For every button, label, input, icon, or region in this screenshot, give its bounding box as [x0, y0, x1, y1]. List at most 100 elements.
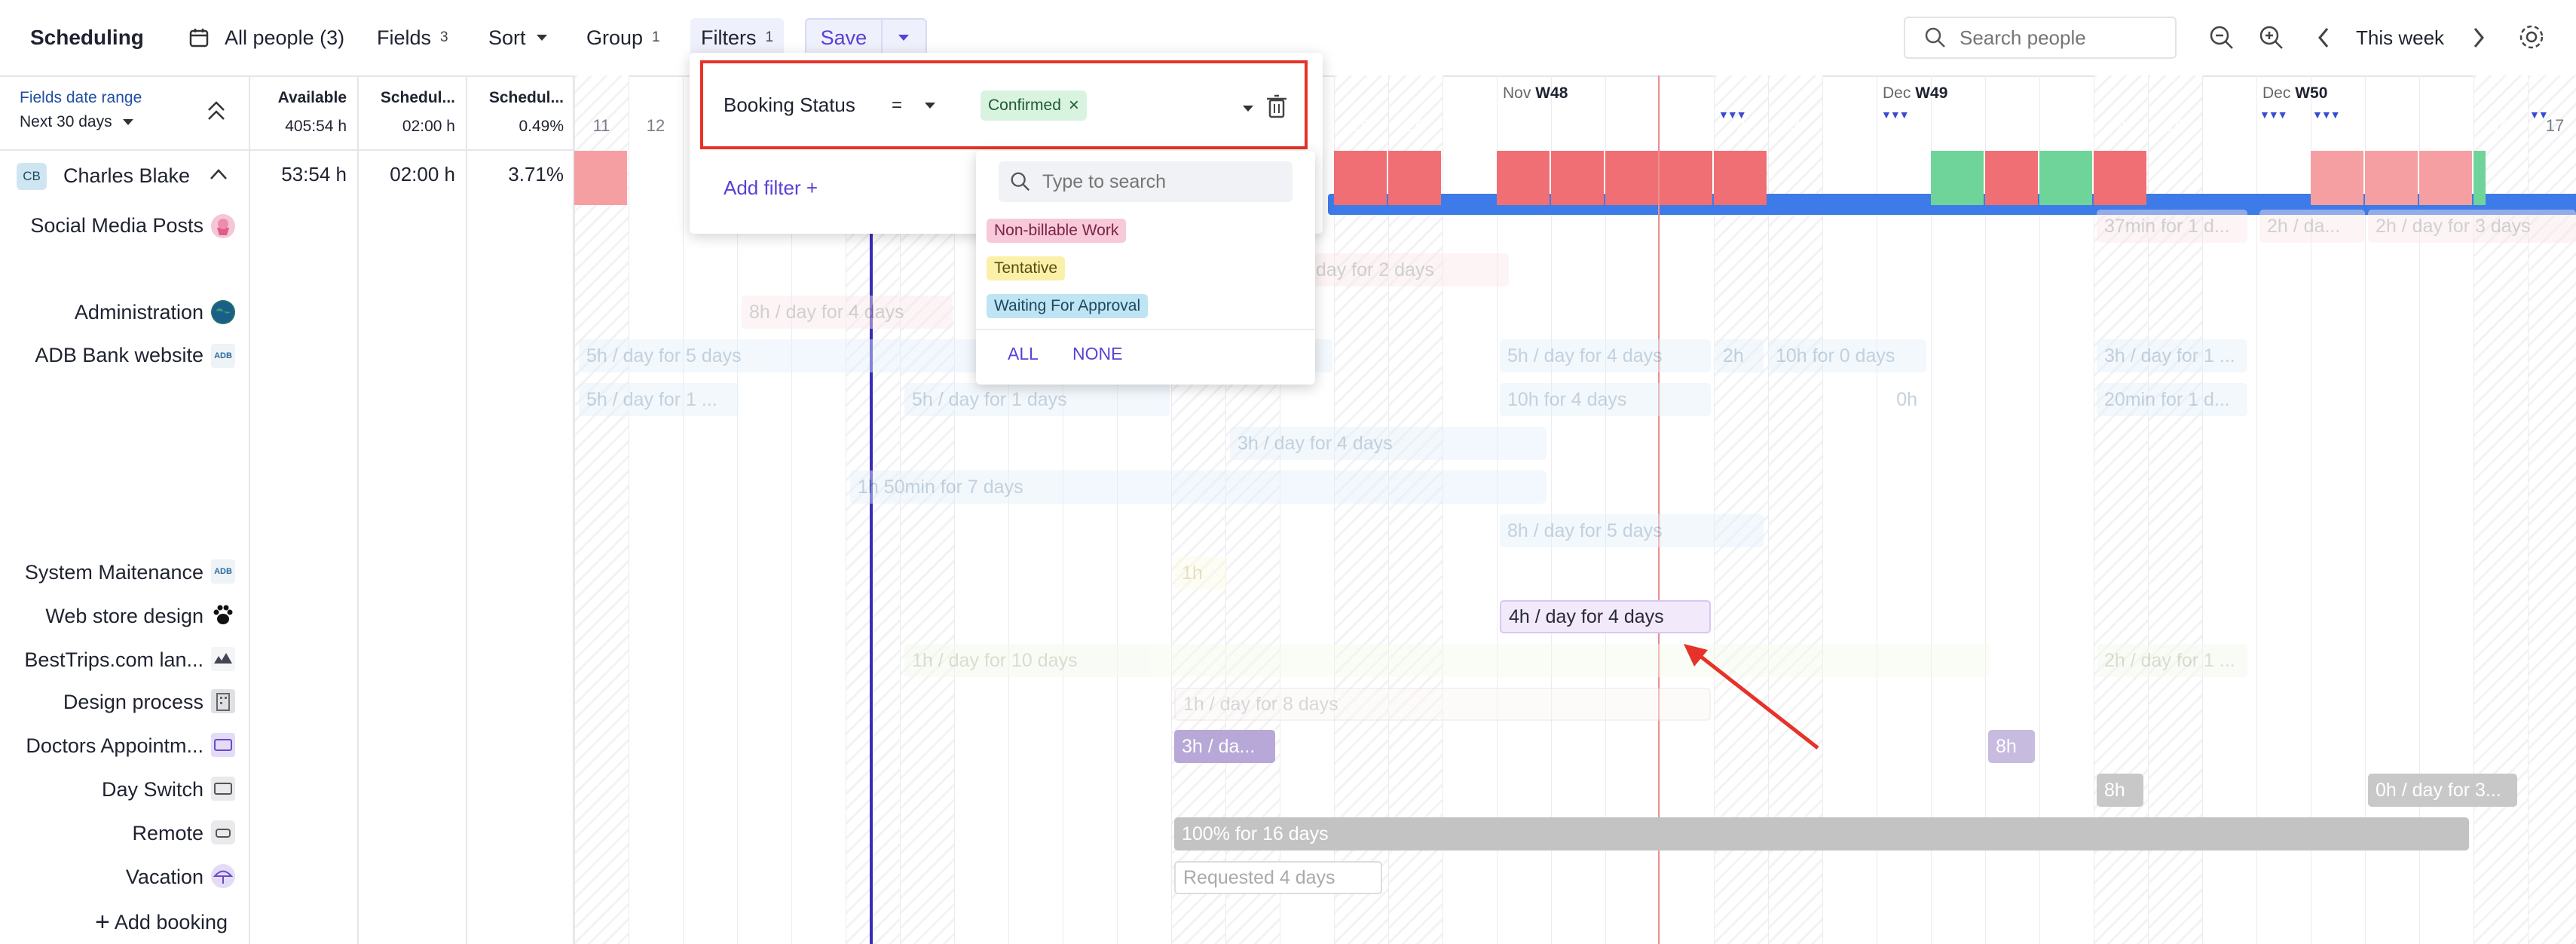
- filters-label: Filters: [701, 26, 757, 49]
- project-label[interactable]: Design process: [0, 691, 203, 714]
- week-label-w50: Dec W50: [2262, 84, 2327, 103]
- utilization-cell: [1551, 151, 1604, 205]
- search-icon: [1925, 27, 1945, 48]
- person-name[interactable]: Charles Blake: [63, 164, 190, 188]
- highlight-box: [700, 60, 1308, 149]
- collapse-all-icon[interactable]: [205, 98, 228, 124]
- project-label[interactable]: Social Media Posts: [0, 214, 203, 238]
- available-header: Available: [277, 89, 347, 106]
- status-option[interactable]: Tentative: [987, 256, 1066, 280]
- chevron-down-icon: [536, 35, 547, 41]
- booking-bar[interactable]: 5h / day for 4 days: [1500, 339, 1711, 372]
- booking-bar[interactable]: 3h / da...: [1174, 730, 1275, 763]
- sort-label: Sort: [488, 26, 526, 49]
- fields-count: 3: [440, 29, 448, 45]
- save-options-button[interactable]: [880, 20, 925, 56]
- booking-bar[interactable]: 2h: [1715, 339, 1764, 372]
- date-range-selector[interactable]: Next 30 days: [20, 113, 133, 131]
- filters-count: 1: [765, 29, 774, 45]
- date-range-title: Fields date range: [20, 89, 142, 106]
- add-filter-button[interactable]: Add filter +: [724, 176, 818, 200]
- booking-bar[interactable]: 8h: [2097, 774, 2143, 807]
- dropdown-search[interactable]: [999, 161, 1293, 202]
- annotation-arrow-icon: [1684, 644, 1819, 749]
- booking-bar[interactable]: 3h / day for 4 days: [1230, 427, 1547, 460]
- booking-bar[interactable]: 10h for 0 days: [1768, 339, 1926, 372]
- booking-bar[interactable]: 20min for 1 d...: [2097, 383, 2247, 416]
- project-label[interactable]: Web store design: [0, 605, 203, 628]
- select-none-button[interactable]: NONE: [1072, 344, 1122, 364]
- booking-bar[interactable]: / day for 2 days: [1298, 253, 1509, 287]
- utilization-cell: [1497, 151, 1550, 205]
- day-number: 7: [2007, 116, 2018, 135]
- week-number: W48: [1535, 84, 1568, 102]
- project-label[interactable]: Vacation: [0, 866, 203, 889]
- fields-button[interactable]: Fields 3: [377, 21, 448, 54]
- ticket-icon: [211, 777, 235, 801]
- project-label[interactable]: BestTrips.com lan...: [0, 648, 203, 672]
- day-number: 28: [1514, 116, 1534, 135]
- booking-bar[interactable]: 8h / day for 4 days: [742, 296, 953, 329]
- booking-bar[interactable]: 5h / day for 1 ...: [579, 383, 739, 416]
- project-label[interactable]: Administration: [0, 301, 203, 324]
- plus-icon: +: [95, 908, 110, 936]
- header-bottom-divider: [0, 149, 574, 151]
- booking-bar[interactable]: 3h / day for 1 ...: [2097, 339, 2247, 372]
- booking-bar[interactable]: 2h / day for 1 ...: [2097, 644, 2247, 677]
- booking-bar[interactable]: 8h: [1988, 730, 2035, 763]
- chevron-up-icon[interactable]: [208, 166, 229, 182]
- status-option[interactable]: Non-billable Work: [987, 219, 1127, 243]
- zoom-in-icon[interactable]: [2258, 24, 2285, 51]
- utilization-cell: [1660, 151, 1712, 205]
- select-all-button[interactable]: ALL: [1008, 344, 1039, 364]
- booking-bar[interactable]: 0h / day for 3...: [2368, 774, 2517, 807]
- booking-bar[interactable]: 0h: [1768, 383, 1926, 416]
- project-label[interactable]: ADB Bank website: [0, 344, 203, 367]
- globe-icon: [211, 300, 235, 324]
- booking-bar[interactable]: Requested 4 days: [1174, 861, 1382, 894]
- filters-button[interactable]: Filters 1: [690, 18, 785, 57]
- group-count: 1: [652, 29, 660, 45]
- week-month: Dec: [2262, 84, 2291, 102]
- utilization-cell: [1931, 151, 1984, 205]
- day-number: 30: [1623, 116, 1642, 135]
- adb-logo-icon: ADB: [211, 559, 235, 584]
- status-option[interactable]: Waiting For Approval: [987, 294, 1149, 318]
- gear-icon[interactable]: [2517, 23, 2546, 51]
- chevron-left-icon[interactable]: [2314, 26, 2333, 50]
- search-people[interactable]: [1904, 17, 2177, 59]
- booking-bar[interactable]: 5h / day for 1 days: [904, 383, 1170, 416]
- trips-logo-icon: [211, 647, 235, 671]
- person-scheduled: 02:00 h: [390, 163, 455, 185]
- booking-bar[interactable]: 1h / day for 8 days: [1174, 688, 1711, 721]
- holiday-flags-icon: ▼▼: [2529, 109, 2549, 121]
- save-button[interactable]: Save: [806, 26, 881, 50]
- booking-bar[interactable]: 2h / day for 3 days: [2368, 210, 2576, 243]
- period-label: This week: [2356, 26, 2445, 49]
- zoom-out-icon[interactable]: [2208, 24, 2235, 51]
- dropdown-search-input[interactable]: [1042, 170, 1268, 193]
- project-label[interactable]: System Maitenance: [0, 561, 203, 584]
- booking-bar-confirmed[interactable]: 4h / day for 4 days: [1500, 600, 1711, 633]
- add-booking-button[interactable]: + Add booking: [95, 908, 228, 937]
- day-column: [629, 75, 683, 944]
- project-label[interactable]: Day Switch: [0, 778, 203, 801]
- booking-bar[interactable]: 2h / da...: [2259, 210, 2365, 243]
- project-label[interactable]: Remote: [0, 822, 203, 845]
- booking-bar[interactable]: 1h: [1174, 556, 1227, 590]
- booking-bar[interactable]: 37min for 1 d...: [2097, 210, 2247, 243]
- booking-bar[interactable]: 1h 50min for 7 days: [850, 470, 1547, 504]
- people-selector[interactable]: All people (3): [188, 21, 344, 54]
- chevron-right-icon[interactable]: [2469, 26, 2489, 50]
- sort-button[interactable]: Sort: [488, 21, 547, 54]
- booking-bar[interactable]: 8h / day for 5 days: [1500, 514, 1764, 547]
- week-number: W49: [1915, 84, 1948, 102]
- week-label-w49: Dec W49: [1883, 84, 1947, 103]
- project-label[interactable]: Doctors Appointm...: [0, 734, 203, 758]
- day-number: 16: [2491, 116, 2510, 135]
- group-button[interactable]: Group 1: [586, 21, 660, 54]
- people-label: All people (3): [225, 26, 345, 49]
- search-input[interactable]: [1960, 26, 2163, 50]
- utilization-cell: [574, 151, 627, 205]
- booking-bar[interactable]: 10h for 4 days: [1500, 383, 1711, 416]
